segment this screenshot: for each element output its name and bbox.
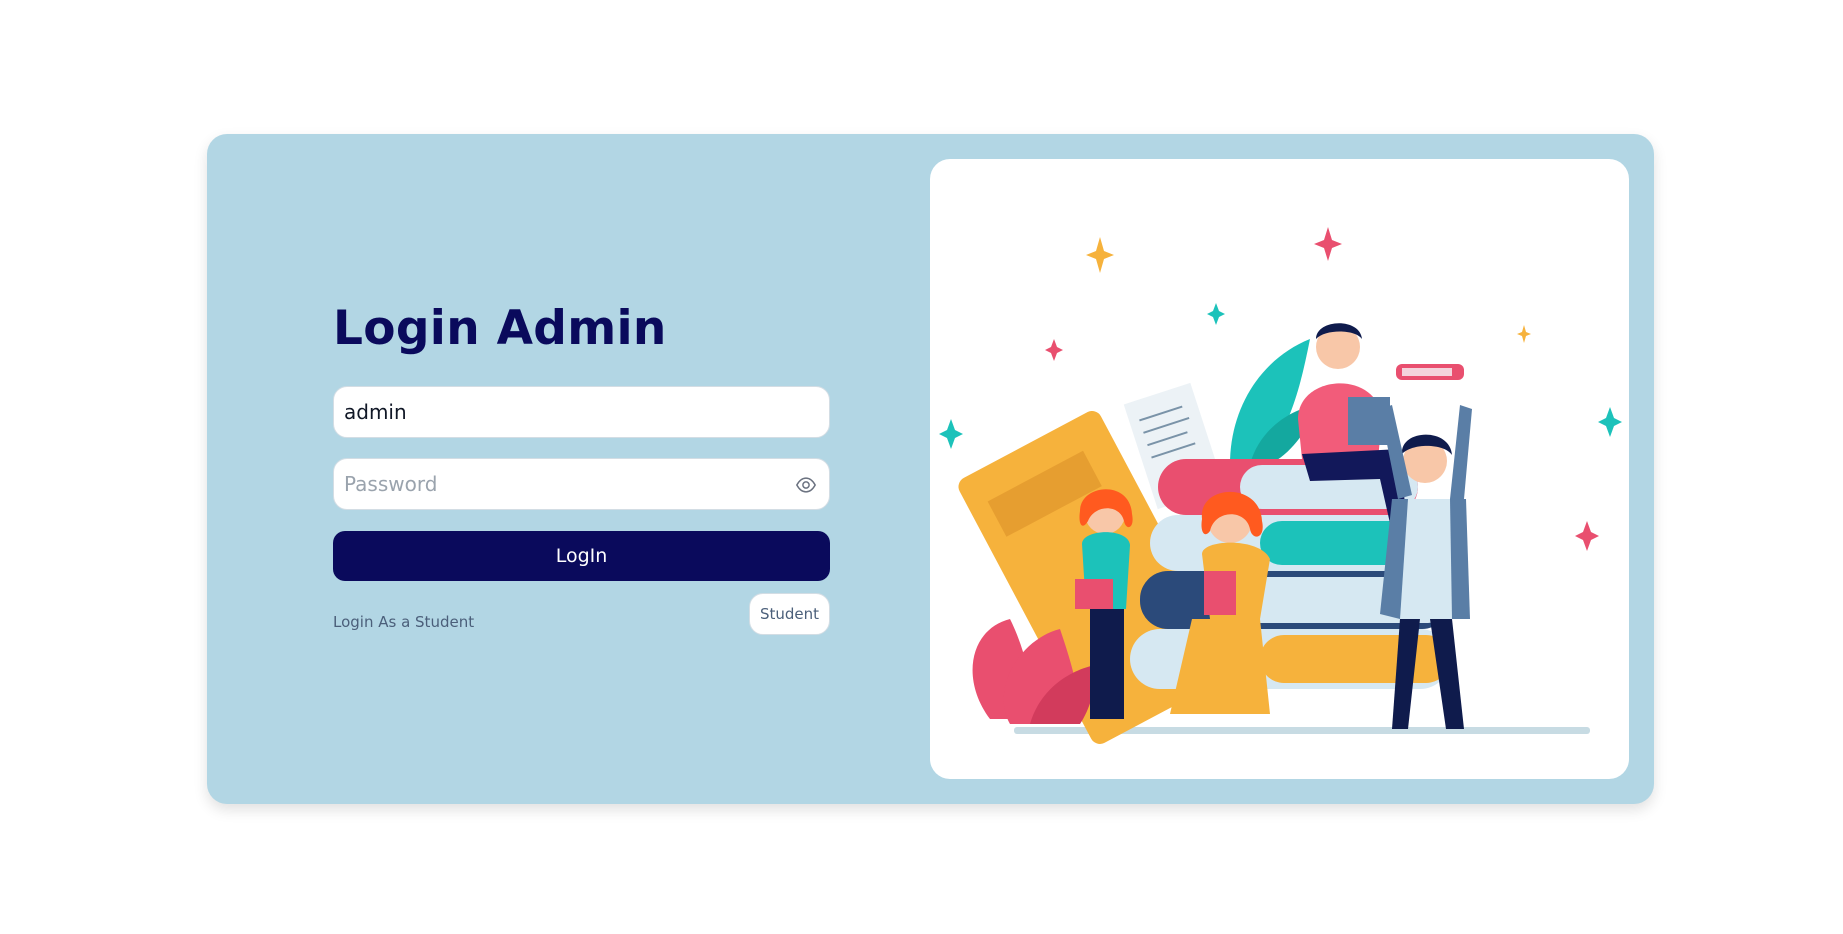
login-as-student-text: Login As a Student xyxy=(333,613,475,631)
students-books-illustration xyxy=(939,227,1622,744)
login-form: Login Admin LogIn Login As a Student Stu… xyxy=(333,300,830,635)
login-card: Login Admin LogIn Login As a Student Stu… xyxy=(207,134,1654,804)
password-input[interactable] xyxy=(344,459,784,509)
username-field[interactable] xyxy=(333,386,830,438)
student-button[interactable]: Student xyxy=(748,593,830,635)
login-button[interactable]: LogIn xyxy=(333,531,830,581)
page-title: Login Admin xyxy=(333,301,667,356)
illustration-panel xyxy=(930,159,1629,779)
eye-icon[interactable] xyxy=(795,474,817,496)
username-input[interactable] xyxy=(344,387,784,437)
password-field[interactable] xyxy=(333,458,830,510)
